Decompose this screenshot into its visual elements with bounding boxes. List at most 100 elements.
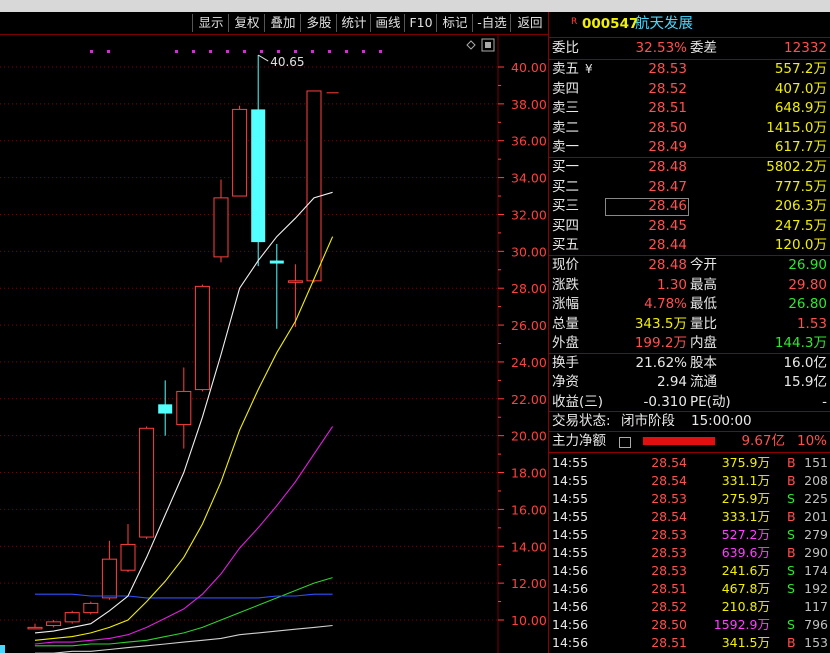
ask-label: 卖三: [552, 100, 579, 117]
candle-body[interactable]: [27, 626, 43, 630]
tick-row[interactable]: 14:55 28.53 275.9万 S 225: [549, 490, 830, 508]
toolbar-stats-button[interactable]: 统计: [336, 14, 371, 32]
bid-row[interactable]: 买三 28.46 206.3万: [549, 197, 830, 217]
stat-label: 涨幅: [552, 296, 579, 313]
signal-dot: [192, 50, 195, 53]
tick-row[interactable]: 14:55 28.53 527.2万 S 279: [549, 526, 830, 544]
ask-label: 卖四: [552, 80, 579, 97]
tick-row[interactable]: 14:55 28.54 375.9万 B 151: [549, 454, 830, 472]
tick-row[interactable]: 14:55 28.53 639.6万 B 290: [549, 544, 830, 562]
tick-volume: 331.1万: [721, 473, 770, 488]
candle-body[interactable]: [213, 197, 229, 258]
bid-price: 28.47: [648, 178, 687, 195]
candle-body[interactable]: [232, 108, 248, 197]
signal-dot: [260, 50, 263, 53]
tick-volume: 527.2万: [721, 527, 770, 542]
candle-body[interactable]: [83, 602, 99, 614]
tick-row[interactable]: 14:56 28.52 210.8万 117: [549, 598, 830, 616]
tick-row[interactable]: 14:56 28.50 1592.9万 S 796: [549, 616, 830, 634]
toolbar-adjust-button[interactable]: 复权: [228, 14, 265, 32]
tick-count: 174: [804, 563, 828, 578]
bid-price: 28.46: [648, 198, 687, 215]
stat-value: 4.78%: [644, 296, 687, 313]
candle-body[interactable]: [194, 285, 210, 391]
tick-price: 28.52: [651, 599, 687, 614]
ask-row[interactable]: 卖二 28.50 1415.0万: [549, 119, 830, 138]
candle-body[interactable]: [306, 90, 322, 282]
candle-body[interactable]: [251, 109, 266, 243]
price-axis-label: 16.00: [511, 502, 547, 517]
stat-row: 现价 28.48 今开 26.90: [549, 256, 830, 275]
ask-volume: 407.0万: [774, 80, 827, 97]
bid-row[interactable]: 买四 28.45 247.5万: [549, 217, 830, 236]
stock-name[interactable]: 航天发展: [635, 15, 693, 34]
signal-dot: [209, 50, 212, 53]
price-axis-label: 12.00: [511, 576, 547, 591]
toolbar-draw-button[interactable]: 画线: [370, 14, 405, 32]
ask-row[interactable]: 卖一 28.49 617.7万: [549, 138, 830, 157]
candle-body[interactable]: [101, 558, 117, 599]
bid-volume: 5802.2万: [766, 159, 827, 175]
toolbar-overlay-button[interactable]: 叠加: [264, 14, 301, 32]
fundamental-label: 收益(三): [552, 393, 604, 410]
tick-volume: 467.8万: [721, 581, 770, 596]
order-diff-label: 委差: [690, 40, 717, 56]
candle-body[interactable]: [46, 621, 62, 627]
ask-volume: 1415.0万: [766, 119, 827, 136]
tick-volume: 241.6万: [721, 563, 770, 578]
candlestick-chart[interactable]: 40.00 38.00 36.00 34.00 32.00 30.00 28.00 26.00…: [0, 35, 548, 653]
diamond-icon[interactable]: [466, 40, 476, 50]
tick-price: 28.53: [651, 527, 687, 542]
price-axis-label: 22.00: [511, 392, 547, 407]
stock-header: R 000547 航天发展: [549, 15, 830, 34]
tick-time: 14:55: [552, 491, 589, 506]
signal-dot: [107, 50, 110, 53]
toolbar-back-button[interactable]: 返回: [510, 14, 549, 32]
bid-label: 买一: [552, 159, 579, 175]
tick-row[interactable]: 14:56 28.51 341.5万 B 153: [549, 634, 830, 652]
signal-dot: [226, 50, 229, 53]
price-axis-label: 14.00: [511, 539, 547, 554]
toolbar-f10-button[interactable]: F10: [404, 14, 437, 32]
candle-body[interactable]: [176, 390, 192, 426]
fundamental-value: 15.9亿: [783, 374, 827, 391]
bid-row[interactable]: 买一 28.48 5802.2万: [549, 158, 830, 177]
ask-price: 28.50: [648, 119, 687, 136]
tick-count: 201: [804, 509, 828, 524]
tick-row[interactable]: 14:56 28.53 241.6万 S 174: [549, 562, 830, 580]
signal-dot: [362, 50, 365, 53]
price-axis-label: 40.00: [511, 60, 547, 75]
stat-label: 涨跌: [552, 276, 579, 293]
bid-label: 买四: [552, 217, 579, 234]
price-axis-label: 34.00: [511, 171, 547, 186]
tick-price: 28.53: [651, 563, 687, 578]
tick-row[interactable]: 14:55 28.54 333.1万 B 201: [549, 508, 830, 526]
tick-price: 28.50: [651, 617, 687, 632]
toolbar-watchlist-button[interactable]: -自选: [472, 14, 511, 32]
tick-row[interactable]: 14:56 28.51 467.8万 S 192: [549, 580, 830, 598]
toolbar-mark-button[interactable]: 标记: [436, 14, 473, 32]
candle-body[interactable]: [269, 260, 284, 264]
candle-body[interactable]: [120, 543, 136, 571]
toolbar-display-button[interactable]: 显示: [192, 14, 229, 32]
tick-side: S: [787, 563, 795, 578]
ask-price: 28.53: [648, 61, 687, 77]
candle-body[interactable]: [158, 404, 173, 414]
candle-body[interactable]: [64, 612, 80, 623]
tick-row[interactable]: 14:55 28.54 331.1万 B 208: [549, 472, 830, 490]
stat-value: 28.48: [648, 257, 687, 273]
ask-row[interactable]: 卖四 28.52 407.0万: [549, 80, 830, 99]
tick-count: 192: [804, 581, 828, 596]
tick-volume: 210.8万: [721, 599, 770, 614]
stat-row: 涨幅 4.78% 最低 26.80: [549, 295, 830, 314]
ask-row[interactable]: 卖五 ¥28.53 557.2万: [549, 60, 830, 79]
bid-row[interactable]: 买五 28.44 120.0万: [549, 236, 830, 255]
candle-body[interactable]: [139, 427, 155, 538]
stat-label: 外盘: [552, 335, 579, 352]
candle-body[interactable]: [287, 280, 303, 283]
toolbar-multi-stock-button[interactable]: 多股: [300, 14, 337, 32]
bid-row[interactable]: 买二 28.47 777.5万: [549, 178, 830, 197]
ask-row[interactable]: 卖三 28.51 648.9万: [549, 99, 830, 118]
tick-side: B: [787, 455, 796, 470]
list-icon[interactable]: [619, 437, 631, 448]
